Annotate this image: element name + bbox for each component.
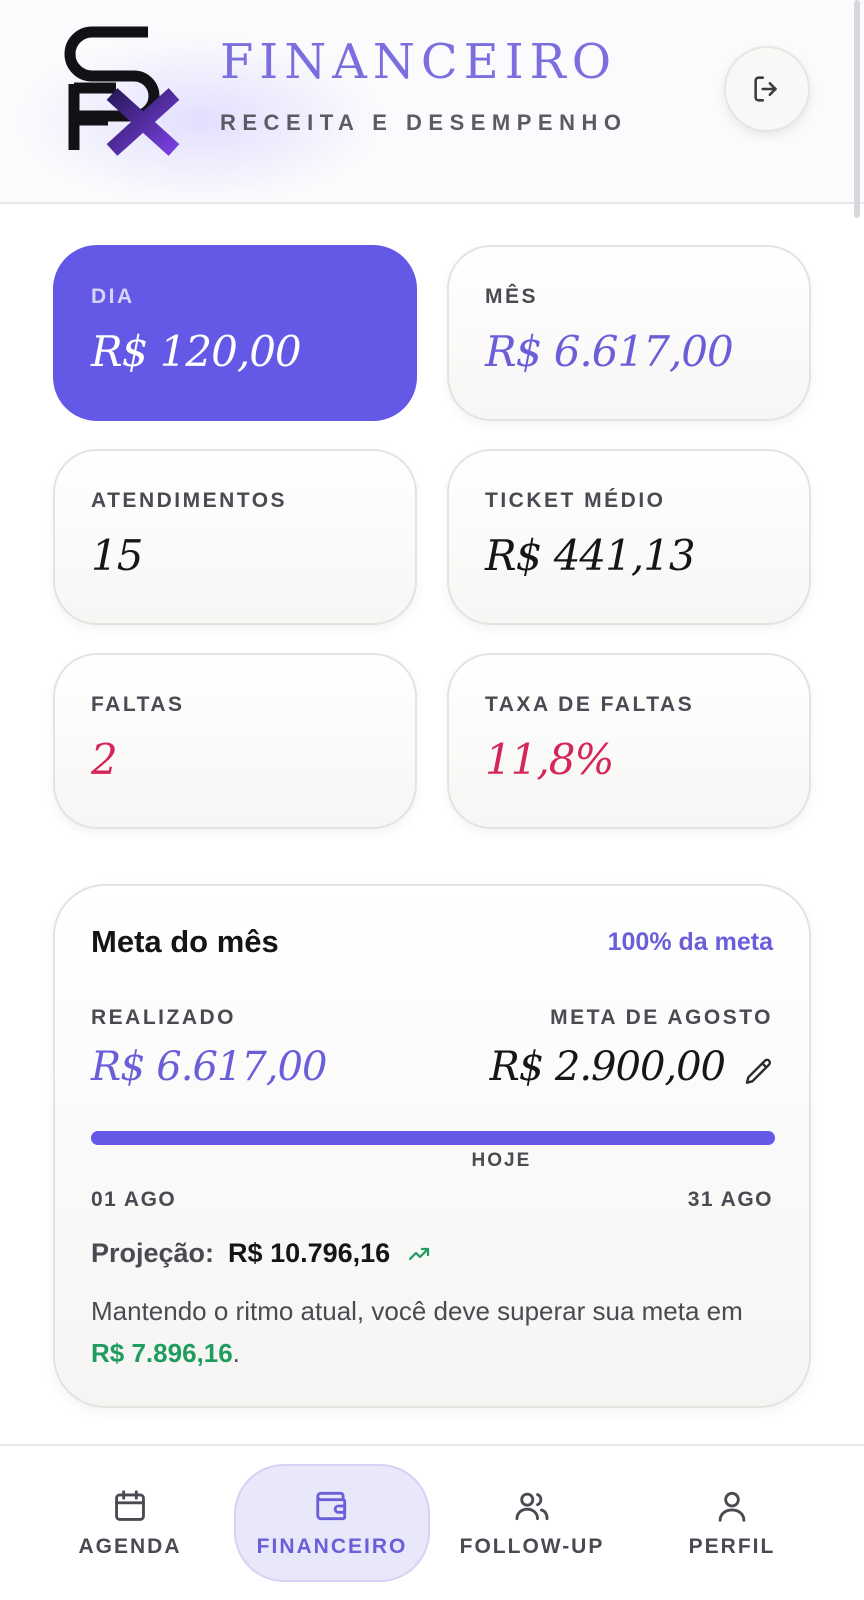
card-faltas-label: FALTAS [91,693,185,716]
projection-message: Mantendo o ritmo atual, você deve supera… [91,1290,771,1374]
meta-title: Meta do mês [91,924,279,959]
pencil-icon[interactable] [743,1056,775,1088]
projection-label: Projeção: [91,1238,215,1268]
nav-item-agenda[interactable]: AGENDA [32,1464,228,1582]
meta-progress-fill [91,1131,775,1145]
scrollbar[interactable] [854,0,860,218]
trending-up-icon [409,1247,430,1260]
card-dia-value: R$ 120,00 [91,327,302,376]
projection-row: Projeção: R$ 10.796,16 [91,1238,434,1269]
card-mes[interactable]: MÊS R$ 6.617,00 [447,245,811,421]
card-ticket-value: R$ 441,13 [485,531,696,580]
nav-item-financeiro[interactable]: FINANCEIRO [234,1464,430,1582]
projection-message-text: Mantendo o ritmo atual, você deve supera… [91,1296,743,1326]
wallet-icon [316,1491,347,1521]
card-atendimentos-value: 15 [91,531,143,580]
card-mes-value: R$ 6.617,00 [485,327,734,376]
card-faltas-value: 2 [91,735,118,784]
nav-label-financeiro: FINANCEIRO [256,1535,408,1558]
projection-value: R$ 10.796,16 [228,1238,391,1268]
page-title: FINANCEIRO [220,34,618,90]
logout-button[interactable] [724,46,810,132]
app-header: FINANCEIRO RECEITA E DESEMPENHO [0,0,864,204]
card-taxa-value: 11,8% [485,735,614,784]
card-taxa-faltas: TAXA DE FALTAS 11,8% [447,653,811,829]
meta-percent: 100% da meta [607,928,773,956]
projection-surplus: R$ 7.896,16 [91,1338,233,1368]
meta-agosto-value: R$ 2.900,00 [489,1044,726,1090]
today-marker-label: HOJE [471,1150,532,1171]
realizado-label: REALIZADO [91,1006,236,1029]
bottom-nav: AGENDA FINANCEIRO FOLLOW-UP PERFIL [0,1444,864,1600]
start-date-label: 01 AGO [91,1188,177,1211]
card-ticket-medio: TICKET MÉDIO R$ 441,13 [447,449,811,625]
card-mes-label: MÊS [485,285,539,308]
nav-label-perfil: PERFIL [688,1535,776,1558]
users-icon [515,1492,549,1521]
realizado-value: R$ 6.617,00 [91,1044,327,1090]
meta-card: Meta do mês 100% da meta REALIZADO META … [53,884,811,1408]
end-date-label: 31 AGO [687,1188,773,1211]
nav-label-follow-up: FOLLOW-UP [459,1535,605,1558]
page-subtitle: RECEITA E DESEMPENHO [220,110,628,135]
projection-message-end: . [232,1338,240,1368]
card-taxa-label: TAXA DE FALTAS [485,693,695,716]
card-ticket-label: TICKET MÉDIO [485,489,666,512]
logout-icon [754,76,777,102]
card-faltas: FALTAS 2 [53,653,417,829]
sfx-logo [64,26,180,156]
nav-item-perfil[interactable]: PERFIL [634,1464,830,1582]
nav-item-follow-up[interactable]: FOLLOW-UP [434,1464,630,1582]
card-dia[interactable]: DIA R$ 120,00 [53,245,417,421]
nav-label-agenda: AGENDA [78,1535,182,1558]
meta-agosto-label: META DE AGOSTO [550,1006,773,1029]
calendar-icon [115,1490,145,1521]
meta-progress-bar [91,1131,775,1145]
card-atendimentos: ATENDIMENTOS 15 [53,449,417,625]
card-atendimentos-label: ATENDIMENTOS [91,489,288,512]
card-dia-label: DIA [91,285,135,308]
user-icon [718,1491,746,1522]
